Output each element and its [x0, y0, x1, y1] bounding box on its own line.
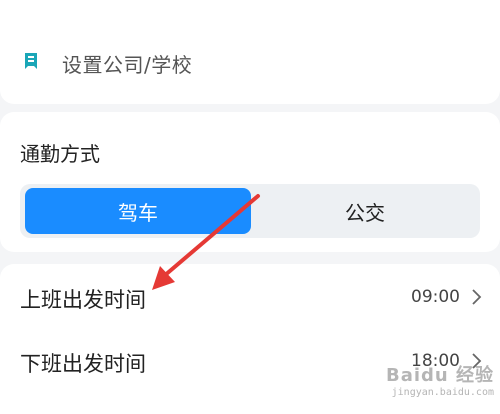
transit-option-button[interactable]: 公交: [254, 188, 476, 234]
commute-card: 通勤方式 驾车 公交: [0, 112, 500, 252]
work-departure-time-row[interactable]: 上班出发时间 09:00: [0, 266, 500, 330]
set-company-school-label: 设置公司/学校: [62, 49, 192, 78]
home-departure-time-value: 18:00: [411, 351, 460, 371]
home-departure-time-label: 下班出发时间: [20, 348, 146, 378]
home-departure-time-row[interactable]: 下班出发时间 18:00: [0, 330, 500, 394]
drive-option-button[interactable]: 驾车: [25, 188, 251, 234]
chevron-right-icon: [470, 288, 482, 306]
set-company-school-row[interactable]: 设置公司/学校: [0, 36, 500, 86]
company-card: 设置公司/学校: [0, 0, 500, 104]
building-icon: [24, 52, 38, 70]
commute-times-card: 上班出发时间 09:00 下班出发时间 18:00: [0, 264, 500, 414]
work-departure-time-value: 09:00: [411, 287, 460, 307]
commute-mode-title: 通勤方式: [20, 138, 100, 167]
chevron-right-icon: [470, 352, 482, 370]
commute-mode-segmented-control: 驾车 公交: [20, 184, 480, 238]
work-departure-time-label: 上班出发时间: [20, 284, 146, 314]
